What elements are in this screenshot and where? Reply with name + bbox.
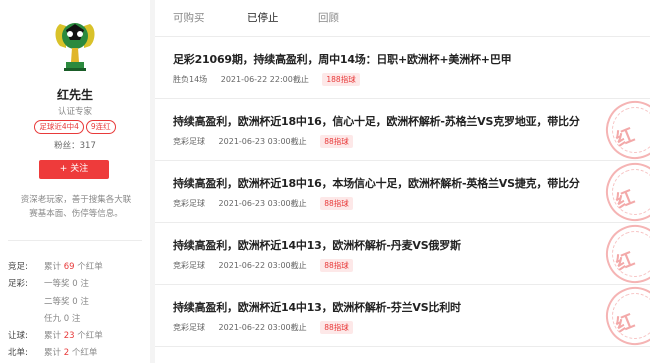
plan-league: 胜负14场 — [173, 75, 208, 84]
win-stamp-icon: 红 — [597, 278, 650, 354]
win-stamp-icon: 红 — [597, 154, 650, 230]
stat-row: 北单: 累计 2 个红单 — [8, 348, 98, 359]
plan-league: 竞彩足球 — [173, 199, 205, 208]
plan-meta: 竞彩足球 2021-06-22 03:00截止 88指球 — [173, 321, 353, 334]
follow-button[interactable]: + 关注 — [39, 160, 109, 179]
stats-list: 竞足: 累计 69 个红单 足彩: 一等奖 0 注 二等奖 0 注 任九 0 注 让… — [8, 259, 148, 363]
plan-list-panel: 可购买 已停止 回顾 足彩21069期，持续高盈利，周中14场：日职+欧洲杯+美… — [155, 0, 650, 363]
tab-available[interactable]: 可购买 — [173, 10, 205, 25]
expert-name: 红先生 — [56, 88, 93, 102]
expert-bio: 资深老玩家，善于搜集各大联赛基本面、伤停等信息。 — [20, 195, 132, 219]
win-stamp-icon: 红 — [597, 92, 650, 168]
streak-badge: 9连红 — [85, 120, 116, 134]
plan-price: 88指球 — [320, 259, 353, 272]
plan-meta: 竞彩足球 2021-06-23 03:00截止 88指球 — [173, 135, 353, 148]
expert-role: 认证专家 — [57, 107, 92, 117]
plan-league: 竞彩足球 — [173, 137, 205, 146]
plan-title[interactable]: 持续高盈利，欧洲杯近14中13，欧洲杯解析-丹麦VS俄罗斯 — [173, 237, 461, 253]
fans-value: 317 — [79, 141, 96, 151]
expert-sidebar: 红先生 认证专家 足球近4中4 9连红 粉丝：317 + 关注 资深老玩家，善于… — [0, 0, 150, 363]
tab-stopped[interactable]: 已停止 — [247, 10, 279, 25]
plan-title[interactable]: 持续高盈利，欧洲杯近18中16，信心十足，欧洲杯解析-苏格兰VS克罗地亚，带比分 — [173, 113, 580, 129]
plan-deadline: 2021-06-22 03:00截止 — [218, 261, 307, 270]
expert-tags: 足球近4中4 9连红 — [0, 120, 150, 134]
plan-item[interactable]: 持续高盈利，欧洲杯近14中13，欧洲杯解析-丹麦VS俄罗斯 竞彩足球 2021-… — [155, 216, 650, 292]
plan-title[interactable]: 足彩21069期，持续高盈利，周中14场：日职+欧洲杯+美洲杯+巴甲 — [173, 51, 512, 67]
fans-count: 粉丝：317 — [0, 139, 150, 151]
plan-title[interactable]: 持续高盈利，欧洲杯近18中16，本场信心十足，欧洲杯解析-英格兰VS捷克，带比分 — [173, 175, 580, 191]
record-badge: 足球近4中4 — [34, 120, 84, 134]
plan-price: 88指球 — [320, 321, 353, 334]
stat-row: 竞足: 累计 69 个红单 — [8, 262, 103, 272]
fans-label: 粉丝： — [54, 141, 80, 151]
plan-deadline: 2021-06-22 03:00截止 — [218, 323, 307, 332]
plan-item[interactable]: 持续高盈利，欧洲杯近18中16，本场信心十足，欧洲杯解析-英格兰VS捷克，带比分… — [155, 154, 650, 230]
plan-meta: 竞彩足球 2021-06-23 03:00截止 88指球 — [173, 197, 353, 210]
plan-price: 188指球 — [322, 73, 360, 86]
win-stamp-icon: 红 — [597, 216, 650, 292]
sidebar-divider — [8, 240, 142, 241]
stat-row: 让球: 累计 23 个红单 — [8, 331, 103, 342]
stat-row: 任九 0 注 — [44, 313, 81, 324]
avatar[interactable] — [52, 18, 98, 72]
plan-league: 竞彩足球 — [173, 323, 205, 332]
plan-item[interactable]: 足彩21069期，持续高盈利，周中14场：日职+欧洲杯+美洲杯+巴甲 胜负14场… — [155, 37, 650, 99]
tab-review[interactable]: 回顾 — [318, 10, 339, 25]
plan-league: 竞彩足球 — [173, 261, 205, 270]
plan-price: 88指球 — [320, 197, 353, 210]
plan-deadline: 2021-06-22 22:00截止 — [220, 75, 309, 84]
plan-title[interactable]: 持续高盈利，欧洲杯近14中13，欧洲杯解析-芬兰VS比利时 — [173, 299, 461, 315]
plan-meta: 胜负14场 2021-06-22 22:00截止 188指球 — [173, 73, 360, 86]
tab-bar: 可购买 已停止 回顾 — [155, 0, 650, 37]
plan-price: 88指球 — [320, 135, 353, 148]
plan-deadline: 2021-06-23 03:00截止 — [218, 199, 307, 208]
plan-meta: 竞彩足球 2021-06-22 03:00截止 88指球 — [173, 259, 353, 272]
stat-row: 足彩: 一等奖 0 注 — [8, 279, 89, 290]
plan-item[interactable]: 持续高盈利，欧洲杯近18中16，信心十足，欧洲杯解析-苏格兰VS克罗地亚，带比分… — [155, 92, 650, 168]
plan-item[interactable]: 持续高盈利，欧洲杯近14中13，欧洲杯解析-芬兰VS比利时 竞彩足球 2021-… — [155, 278, 650, 354]
plan-deadline: 2021-06-23 03:00截止 — [218, 137, 307, 146]
stat-row: 二等奖 0 注 — [44, 296, 89, 307]
